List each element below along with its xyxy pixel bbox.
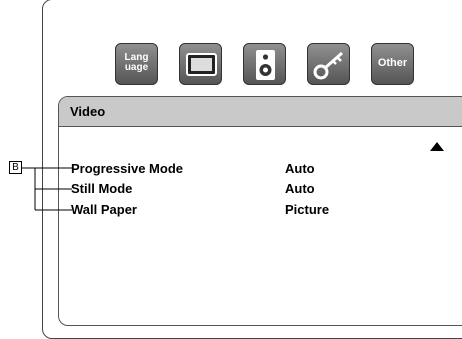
callout-label-b: B <box>9 161 22 174</box>
callout-lines <box>22 167 72 211</box>
